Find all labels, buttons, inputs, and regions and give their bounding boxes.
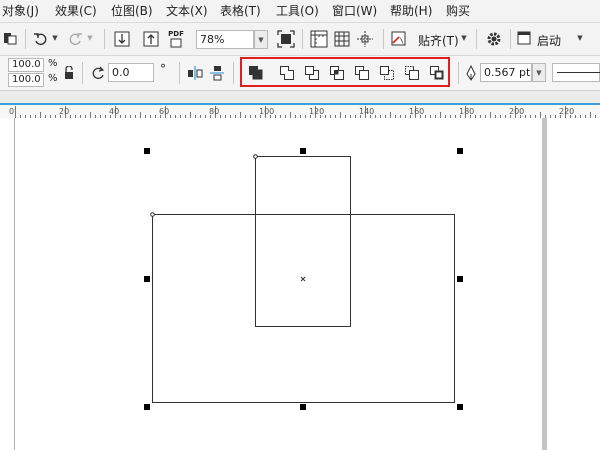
degree-label: °	[160, 62, 166, 76]
selection-handle-top-right[interactable]	[457, 148, 463, 154]
drawing-canvas[interactable]	[0, 118, 600, 450]
show-grid-icon[interactable]	[332, 29, 352, 49]
simplify-icon[interactable]	[353, 64, 371, 82]
horizontal-ruler[interactable]: 0 20 40 60 80 100 120 140 160 180 200 22…	[0, 91, 600, 119]
snap-to-dropdown[interactable]: 贴齐(T)	[418, 32, 459, 49]
ruler-label: 220	[559, 107, 575, 116]
undo-dropdown-icon[interactable]: ▼	[51, 32, 59, 44]
undo-icon[interactable]	[32, 30, 50, 48]
large-rectangle[interactable]	[152, 214, 455, 403]
outline-width-input[interactable]: 0.567 pt	[480, 63, 532, 82]
ruler-label: 0	[9, 107, 15, 116]
show-guidelines-icon[interactable]	[355, 29, 375, 49]
menu-buy[interactable]: 购买	[446, 0, 470, 22]
back-minus-front-icon[interactable]	[403, 64, 421, 82]
drawing-shapes	[150, 154, 455, 403]
ruler-label: 100	[259, 107, 275, 116]
redo-dropdown-icon[interactable]: ▼	[86, 32, 94, 44]
scale-x-input[interactable]: 100.0	[8, 58, 44, 72]
zoom-level-input[interactable]: 78%	[196, 30, 254, 49]
mirror-horizontal-icon[interactable]	[186, 64, 204, 82]
ruler-label: 20	[59, 107, 70, 116]
selection-handle-bottom[interactable]	[300, 404, 306, 410]
snap-off-icon[interactable]	[389, 29, 409, 49]
ruler-label: 120	[309, 107, 325, 116]
selection-handle-right[interactable]	[457, 276, 463, 282]
ruler-label: 180	[459, 107, 475, 116]
selection-handle-bottom-left[interactable]	[144, 404, 150, 410]
gear-icon[interactable]	[484, 29, 504, 49]
ruler-label: 200	[509, 107, 525, 116]
menu-bar: 对象(J) 效果(C) 位图(B) 文本(X) 表格(T) 工具(O) 窗口(W…	[0, 0, 600, 23]
import-icon[interactable]	[113, 29, 131, 48]
rotation-icon	[90, 65, 106, 81]
selection-handle-bottom-right[interactable]	[457, 404, 463, 410]
menu-window[interactable]: 窗口(W)	[332, 0, 377, 22]
lock-ratio-icon[interactable]	[62, 65, 76, 81]
property-bar: 100.0 % 100.0 % 0.0 ° 0.567 pt ▼	[0, 56, 600, 91]
intersect-icon[interactable]	[328, 64, 346, 82]
menu-effects[interactable]: 效果(C)	[55, 0, 97, 22]
create-boundary-icon[interactable]	[428, 64, 446, 82]
zoom-dropdown-icon[interactable]: ▼	[254, 30, 268, 49]
menu-tools[interactable]: 工具(O)	[276, 0, 319, 22]
tall-rectangle[interactable]	[255, 156, 351, 327]
scale-y-input[interactable]: 100.0	[8, 73, 44, 87]
weld-icon[interactable]	[278, 64, 296, 82]
outline-pen-icon	[464, 64, 478, 82]
menu-table[interactable]: 表格(T)	[220, 0, 261, 22]
menu-object[interactable]: 对象(J)	[2, 0, 39, 22]
export-icon[interactable]	[142, 29, 160, 48]
node-marker	[150, 212, 155, 217]
ruler-tick	[15, 106, 16, 118]
ruler-label: 140	[359, 107, 375, 116]
launch-dropdown-icon[interactable]: ▼	[576, 33, 584, 43]
full-screen-icon[interactable]	[276, 29, 296, 49]
mirror-vertical-icon[interactable]	[208, 64, 226, 82]
selection-handle-left[interactable]	[144, 276, 150, 282]
selection-handle-top-left[interactable]	[144, 148, 150, 154]
ruler-label: 40	[109, 107, 120, 116]
ruler-label: 80	[209, 107, 220, 116]
outline-width-dropdown-icon[interactable]: ▼	[532, 63, 546, 82]
selection-center-icon[interactable]	[300, 276, 306, 282]
menu-text[interactable]: 文本(X)	[166, 0, 208, 22]
menu-help[interactable]: 帮助(H)	[390, 0, 432, 22]
ruler-label: 60	[159, 107, 170, 116]
trim-icon[interactable]	[303, 64, 321, 82]
ruler-label: 160	[409, 107, 425, 116]
snap-dropdown-icon[interactable]: ▼	[460, 33, 468, 43]
node-marker	[253, 154, 258, 159]
percent-x-label: %	[48, 58, 58, 69]
line-style-selector[interactable]	[552, 63, 600, 82]
rotation-angle-input[interactable]: 0.0	[108, 63, 154, 82]
menu-bitmaps[interactable]: 位图(B)	[111, 0, 153, 22]
redo-icon[interactable]	[66, 30, 84, 48]
launch-icon[interactable]	[517, 31, 531, 45]
percent-y-label: %	[48, 73, 58, 84]
paste-icon[interactable]	[2, 30, 18, 46]
front-minus-back-icon[interactable]	[378, 64, 396, 82]
combine-icon[interactable]	[247, 64, 265, 82]
selection-handle-top[interactable]	[300, 148, 306, 154]
publish-pdf-icon[interactable]: PDF	[166, 28, 186, 50]
launch-dropdown[interactable]: 启动	[537, 32, 561, 49]
show-rulers-icon[interactable]	[309, 29, 329, 49]
standard-toolbar: ▼ ▼ PDF 78% ▼ 贴齐(T) ▼ 启动 ▼	[0, 23, 600, 56]
